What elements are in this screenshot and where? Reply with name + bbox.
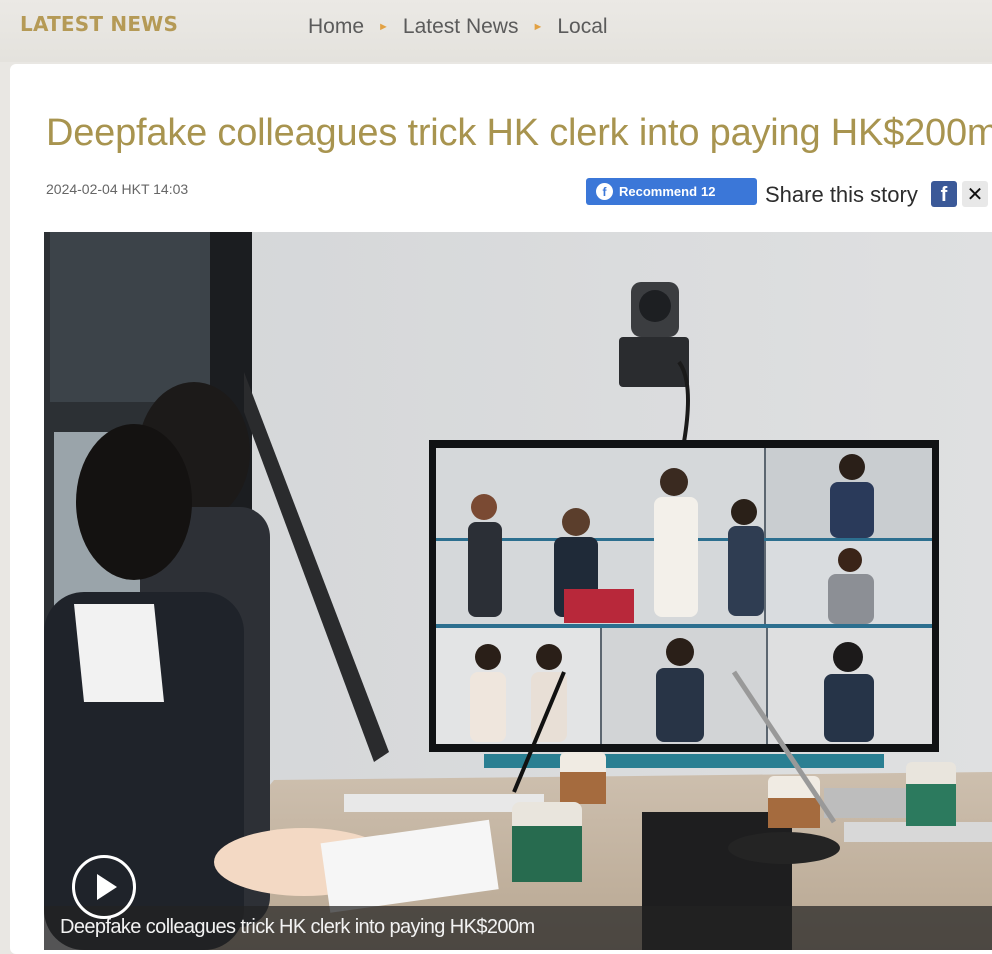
video-thumbnail bbox=[44, 232, 992, 950]
top-bar: LATEST NEWS Home ► Latest News ► Local bbox=[0, 0, 992, 62]
recommend-count: 12 bbox=[701, 184, 716, 199]
play-icon bbox=[97, 874, 117, 900]
facebook-share-icon[interactable]: f bbox=[931, 181, 957, 207]
breadcrumb: Home ► Latest News ► Local bbox=[308, 15, 608, 39]
article-headline: Deepfake colleagues trick HK clerk into … bbox=[46, 112, 992, 154]
video-player[interactable] bbox=[44, 232, 992, 950]
share-label: Share this story bbox=[765, 182, 918, 207]
recommend-label: Recommend bbox=[619, 184, 698, 199]
breadcrumb-local[interactable]: Local bbox=[557, 15, 607, 39]
play-button[interactable] bbox=[72, 855, 136, 919]
breadcrumb-latest-news[interactable]: Latest News bbox=[403, 15, 519, 39]
breadcrumb-separator-icon: ► bbox=[378, 21, 389, 33]
x-share-icon[interactable]: ✕ bbox=[962, 181, 988, 207]
breadcrumb-home[interactable]: Home bbox=[308, 15, 364, 39]
facebook-icon: f bbox=[596, 183, 613, 200]
breadcrumb-separator-icon: ► bbox=[532, 21, 544, 33]
section-title[interactable]: LATEST NEWS bbox=[20, 12, 178, 36]
video-caption: Deepfake colleagues trick HK clerk into … bbox=[60, 916, 535, 938]
recommend-button[interactable]: f Recommend 12 bbox=[586, 178, 757, 205]
article-timestamp: 2024-02-04 HKT 14:03 bbox=[46, 181, 189, 197]
